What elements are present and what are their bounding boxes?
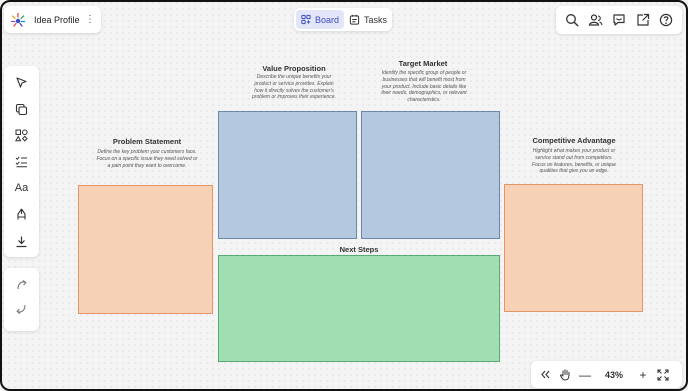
fit-screen-button[interactable] — [653, 365, 673, 385]
share-users-icon — [588, 14, 603, 26]
help-icon — [659, 13, 673, 27]
zoom-out-button[interactable]: — — [575, 365, 595, 385]
competitive-advantage-description[interactable]: Highlight what makes your product or ser… — [530, 148, 618, 175]
text-tool[interactable]: Aa — [11, 178, 33, 199]
problem-statement-title[interactable]: Problem Statement — [88, 137, 206, 146]
board-icon — [301, 14, 311, 25]
download-icon — [16, 236, 27, 247]
next-steps-box[interactable] — [218, 255, 500, 362]
target-market-description[interactable]: Identify the specific group of people or… — [380, 70, 468, 104]
text-icon: Aa — [14, 182, 29, 195]
download-tool[interactable] — [11, 231, 33, 252]
value-proposition-description[interactable]: Describe the unique benefits your produc… — [250, 74, 338, 101]
target-market-title[interactable]: Target Market — [362, 59, 484, 68]
comments-icon — [613, 14, 625, 26]
undo-button[interactable] — [11, 300, 33, 321]
competitive-advantage-title[interactable]: Competitive Advantage — [510, 136, 638, 145]
export-button[interactable] — [634, 11, 652, 29]
collapse-panel-button[interactable] — [535, 365, 555, 385]
collaborators-button[interactable] — [586, 11, 604, 29]
board-title-card: Idea Profile ⋮ — [4, 6, 101, 33]
problem-statement-description[interactable]: Define the key problem your customers fa… — [96, 149, 198, 169]
select-tool[interactable] — [11, 72, 33, 93]
zoom-controls: — 43% + — [531, 361, 682, 388]
comments-button[interactable] — [610, 11, 628, 29]
redo-icon — [17, 279, 27, 289]
help-button[interactable] — [657, 11, 675, 29]
tab-board-label: Board — [314, 14, 339, 25]
target-market-box[interactable] — [361, 111, 500, 239]
pen-tool[interactable] — [11, 204, 33, 225]
shapes-tool[interactable] — [11, 125, 33, 146]
shapes-icon — [15, 129, 28, 142]
sticky-note-icon — [15, 103, 28, 115]
search-button[interactable] — [563, 11, 581, 29]
select-pointer-icon — [16, 77, 27, 88]
next-steps-title[interactable]: Next Steps — [300, 245, 418, 254]
zoom-in-button[interactable]: + — [633, 365, 653, 385]
tab-tasks[interactable]: Tasks — [344, 10, 392, 29]
tools-toolbar: Aa — [4, 66, 39, 257]
competitive-advantage-box[interactable] — [504, 184, 643, 312]
zoom-level[interactable]: 43% — [595, 370, 633, 380]
history-toolbar — [4, 268, 39, 331]
top-actions — [556, 6, 682, 34]
tab-board[interactable]: Board — [296, 10, 344, 29]
checklist-icon — [15, 156, 27, 168]
export-icon — [636, 13, 649, 26]
board-title[interactable]: Idea Profile — [34, 15, 80, 25]
tab-tasks-label: Tasks — [364, 14, 388, 25]
checklist-tool[interactable] — [11, 151, 33, 172]
search-icon — [565, 14, 579, 27]
value-proposition-box[interactable] — [218, 111, 357, 239]
fit-screen-icon — [657, 368, 669, 381]
tasks-icon — [349, 14, 360, 25]
hand-icon — [559, 369, 569, 381]
undo-icon — [16, 305, 26, 315]
problem-statement-box[interactable] — [78, 185, 213, 314]
more-options-icon[interactable]: ⋮ — [85, 14, 95, 25]
sticky-note-tool[interactable] — [11, 98, 33, 119]
double-chevron-left-icon — [540, 370, 549, 379]
value-proposition-title[interactable]: Value Proposition — [228, 64, 360, 73]
app-logo-icon[interactable] — [10, 12, 26, 28]
pan-tool-button[interactable] — [555, 365, 575, 385]
redo-button[interactable] — [11, 274, 33, 295]
pen-icon — [17, 208, 26, 220]
view-switcher: Board Tasks — [294, 8, 392, 31]
